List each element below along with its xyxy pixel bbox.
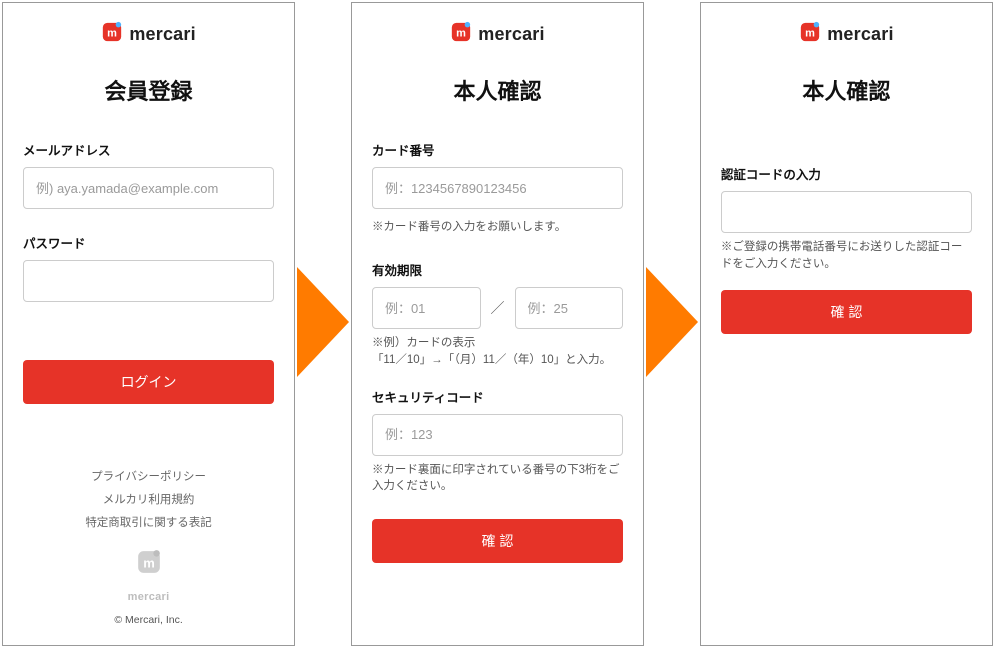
flow-arrow-2 [644,0,700,644]
expiry-row: ／ [372,287,623,329]
arrow-right-icon [297,267,349,377]
panel-code-verify: m mercari 本人確認 認証コードの入力 ※ご登録の携帯電話番号にお送りし… [700,2,993,646]
expiry-separator: ／ [491,298,505,318]
page-title: 本人確認 [721,74,972,106]
card-number-field[interactable] [372,167,623,209]
terms-link[interactable]: メルカリ利用規約 [103,494,195,506]
page-title: 本人確認 [372,74,623,106]
copyright: © Mercari, Inc. [114,610,182,631]
email-label: メールアドレス [23,140,274,159]
card-number-hint: ※カード番号の入力をお願いします。 [372,219,623,236]
mercari-logo-grey-icon: m [136,549,162,584]
brand-header: m mercari [721,21,972,48]
auth-code-field[interactable] [721,191,972,233]
footer-brand-name: mercari [128,586,170,608]
card-number-label: カード番号 [372,140,623,159]
password-label: パスワード [23,233,274,252]
cvc-label: セキュリティコード [372,387,623,406]
login-button[interactable]: ログイン [23,360,274,404]
arrow-right-icon [646,267,698,377]
page-title: 会員登録 [23,74,274,106]
brand-header: m mercari [372,21,623,48]
confirm-button[interactable]: 確 認 [721,290,972,334]
privacy-link[interactable]: プライバシーポリシー [91,471,206,483]
code-label: 認証コードの入力 [721,164,972,183]
cvc-hint: ※カード裏面に印字されている番号の下3桁をご入力ください。 [372,462,623,495]
panel-register: m mercari 会員登録 メールアドレス パスワード ログイン プライバシー… [2,2,295,646]
panel-card-verify: m mercari 本人確認 カード番号 ※カード番号の入力をお願いします。 有… [351,2,644,646]
tokutei-link[interactable]: 特定商取引に関する表記 [85,517,212,529]
svg-text:m: m [456,28,466,40]
brand-name: mercari [478,24,544,45]
email-field[interactable] [23,167,274,209]
brand-header: m mercari [23,21,274,48]
expiry-year-field[interactable] [515,287,624,329]
confirm-button[interactable]: 確 認 [372,519,623,563]
svg-text:m: m [107,28,117,40]
code-hint: ※ご登録の携帯電話番号にお送りした認証コードをご入力ください。 [721,239,972,272]
flow-arrow-1 [295,0,351,644]
footer-links: プライバシーポリシー メルカリ利用規約 特定商取引に関する表記 m mercar… [23,466,274,631]
svg-text:m: m [143,555,155,570]
expiry-label: 有効期限 [372,260,623,279]
brand-name: mercari [129,24,195,45]
cvc-field[interactable] [372,414,623,456]
password-field[interactable] [23,260,274,302]
brand-name: mercari [827,24,893,45]
expiry-month-field[interactable] [372,287,481,329]
mercari-logo-icon: m [101,21,123,48]
svg-text:m: m [805,28,815,40]
mercari-logo-icon: m [450,21,472,48]
mercari-logo-icon: m [799,21,821,48]
expiry-hint: ※例）カードの表示 「11／10」→「（月）11／（年）10」と入力。 [372,335,623,368]
footer-logo: m mercari © Mercari, Inc. [23,549,274,631]
